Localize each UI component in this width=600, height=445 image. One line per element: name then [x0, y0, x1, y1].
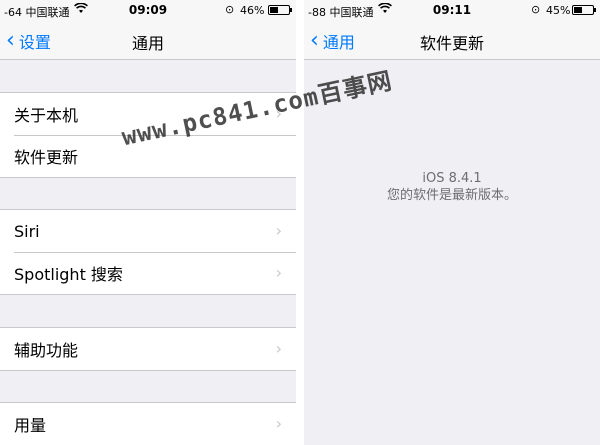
update-status: iOS 8.4.1 您的软件是最新版本。 — [304, 170, 600, 204]
screen-divider — [296, 0, 304, 445]
battery-icon — [268, 5, 292, 15]
list-item-label: 辅助功能 — [14, 341, 79, 360]
settings-group-usage: 用量 › — [0, 402, 296, 445]
general-settings-screen: -64 中国联通 09:09 ⊙ 46% ‹ 设置 通用 关于本机 › 软件更新… — [0, 0, 296, 445]
status-bar: -64 中国联通 09:09 ⊙ 46% — [0, 0, 296, 20]
battery-percent: 45% — [546, 4, 571, 17]
list-item-accessibility[interactable]: 辅助功能 › — [0, 328, 296, 370]
ios-version: iOS 8.4.1 — [422, 171, 482, 186]
chevron-right-icon: › — [275, 339, 282, 358]
rotation-lock-icon: ⊙ — [531, 3, 541, 16]
page-title: 通用 — [131, 34, 164, 53]
navigation-bar: ‹ 设置 通用 — [0, 20, 296, 60]
rotation-lock-icon: ⊙ — [225, 3, 235, 16]
list-item-label: 软件更新 — [14, 148, 79, 167]
list-item-label: 关于本机 — [14, 106, 79, 125]
navigation-bar: ‹ 通用 软件更新 — [304, 20, 600, 60]
software-update-screen: -88 中国联通 09:11 ⊙ 45% ‹ 通用 软件更新 iOS 8.4.1… — [304, 0, 600, 445]
list-item-label: Siri — [14, 221, 40, 241]
list-item-spotlight[interactable]: Spotlight 搜索 › — [0, 252, 296, 294]
list-item-label: Spotlight 搜索 — [14, 265, 123, 284]
list-item-siri[interactable]: Siri › — [0, 210, 296, 252]
status-bar: -88 中国联通 09:11 ⊙ 45% — [304, 0, 600, 20]
battery-percent: 46% — [240, 4, 265, 17]
settings-group-accessibility: 辅助功能 › — [0, 327, 296, 371]
update-message: 您的软件是最新版本。 — [386, 188, 517, 203]
battery-icon — [572, 5, 596, 15]
settings-group-siri: Siri › Spotlight 搜索 › — [0, 209, 296, 295]
list-item-label: 用量 — [14, 416, 47, 435]
page-title: 软件更新 — [419, 34, 484, 53]
chevron-right-icon: › — [275, 263, 282, 282]
chevron-right-icon: › — [275, 221, 282, 240]
list-item-usage[interactable]: 用量 › — [0, 403, 296, 445]
chevron-right-icon: › — [275, 414, 282, 433]
